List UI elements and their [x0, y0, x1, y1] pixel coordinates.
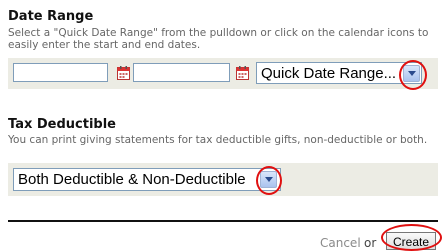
cancel-link[interactable]: Cancel	[320, 236, 361, 250]
end-date-input[interactable]	[133, 63, 230, 82]
quick-date-range-select[interactable]: Quick Date Range...	[256, 62, 422, 84]
or-text: or	[364, 236, 377, 250]
divider	[8, 220, 438, 222]
date-range-panel: Quick Date Range...	[8, 58, 438, 90]
annotation-circle	[381, 224, 442, 251]
annotation-circle	[256, 166, 282, 195]
tax-deductible-title: Tax Deductible	[8, 117, 116, 132]
tax-deductible-panel: Both Deductible & Non-Deductible	[8, 163, 438, 196]
date-range-title: Date Range	[8, 9, 94, 24]
tax-deductible-help: You can print giving statements for tax …	[8, 134, 428, 146]
date-range-help: Select a "Quick Date Range" from the pul…	[8, 27, 429, 51]
start-date-input[interactable]	[13, 63, 108, 82]
annotation-circle	[399, 60, 427, 90]
calendar-icon[interactable]	[117, 65, 130, 80]
tax-deductible-value: Both Deductible & Non-Deductible	[18, 171, 246, 188]
quick-date-range-value: Quick Date Range...	[261, 65, 397, 82]
tax-deductible-select[interactable]: Both Deductible & Non-Deductible	[13, 168, 281, 191]
calendar-icon[interactable]	[236, 65, 249, 80]
